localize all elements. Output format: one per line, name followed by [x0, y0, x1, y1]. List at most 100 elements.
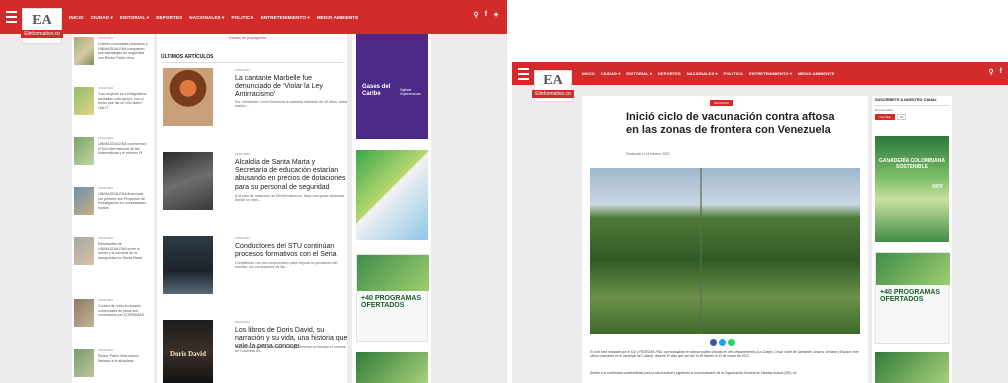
subscribe-title: SUSCRÍBETE A NUESTRO CANAL — [875, 98, 937, 102]
list-item[interactable]: 15/01/2022 UNIMAGDALENA conmemoró el Día… — [72, 134, 154, 182]
twitter-share-icon[interactable] — [719, 339, 726, 346]
nav-entretenimiento[interactable]: ENTRETENIMIENTO ▾ — [261, 15, 310, 21]
logo-mark: EA — [32, 13, 52, 28]
article-card[interactable]: Doris David 15/01/2022 Los libros de Dor… — [163, 320, 349, 383]
thumbnail — [74, 349, 94, 377]
nav-ciudad[interactable]: CIUDAD ▾ — [601, 71, 620, 76]
top-navbar: INICIO CIUDAD ▾ EDITORIAL ▾ DEPORTES NAC… — [0, 0, 507, 34]
list-item[interactable]: 15/01/2022 “Las mujeres en el Magdalena … — [72, 84, 154, 132]
item-title[interactable]: “Las mujeres en el Magdalena necesitan m… — [98, 92, 148, 110]
nav-politica[interactable]: POLITICA — [231, 15, 253, 21]
item-date: 15/01/2022 — [98, 86, 114, 90]
nav-nacionales[interactable]: NACIONALES ▾ — [189, 15, 224, 21]
item-title[interactable]: UNIMAGDALENA financiará por primera vez … — [98, 192, 148, 210]
nav-editorial[interactable]: EDITORIAL ▾ — [120, 15, 149, 21]
article-date: Publicado el 14 febrero 2022 — [626, 152, 670, 156]
hamburger-menu-icon[interactable] — [6, 11, 17, 23]
article-headline: Inició ciclo de vacunación contra aftosa… — [626, 111, 835, 136]
logo-tag: Elinformativo.co — [21, 30, 63, 38]
item-title[interactable]: Líderes comunales pescanos y UNIMAGDALEN… — [98, 42, 148, 60]
twitter-icon[interactable]: ✦ — [493, 11, 499, 19]
article-card[interactable]: 15/01/2022 La cantante Marbelle fue denu… — [163, 68, 349, 138]
article-excerpt: Cumpliendo con los compromisos para mejo… — [235, 261, 338, 270]
nav-deportes[interactable]: DEPORTES — [156, 15, 182, 21]
nav-politica[interactable]: POLITICA — [724, 71, 743, 76]
item-date: 15/01/2022 — [98, 186, 114, 190]
article-excerpt: Por: Yamile Gómez Un escritor o magdalen… — [235, 345, 346, 354]
item-title[interactable]: Estudiantes de UNIMAGDALENA viven el mie… — [98, 242, 148, 260]
article-image[interactable] — [163, 152, 213, 210]
hamburger-menu-icon[interactable] — [518, 67, 529, 80]
nav-entretenimiento[interactable]: ENTRETENIMIENTO ▾ — [749, 71, 792, 76]
whatsapp-share-icon[interactable] — [728, 339, 735, 346]
nav-icons: ⚲ f — [989, 68, 1002, 76]
nav-inicio[interactable]: INICIO — [582, 71, 595, 76]
list-item[interactable]: 15/01/2022 Líderes comunales pescanos y … — [72, 34, 154, 82]
category-badge[interactable]: NACIONAL — [710, 100, 734, 106]
list-item[interactable]: 15/01/2022 UNIMAGDALENA financiará por p… — [72, 184, 154, 232]
article-card[interactable]: 15/01/2022 Conductores del STU continúan… — [163, 236, 349, 306]
article-title[interactable]: Conductores del STU continúan procesos f… — [235, 243, 349, 259]
item-title[interactable]: Rector Pablo Vera estuvo llamado a la al… — [98, 354, 148, 363]
ad-banner-image — [876, 253, 950, 285]
article-title[interactable]: La cantante Marbelle fue denunciado de ‘… — [235, 75, 349, 100]
article-date: 15/01/2022 — [235, 236, 251, 240]
site-logo[interactable]: EA Elinformativo.co — [21, 8, 63, 44]
item-date: 15/01/2022 — [98, 298, 114, 302]
article-image[interactable]: Doris David — [163, 320, 213, 383]
article-main: NACIONAL Inició ciclo de vacunación cont… — [582, 96, 868, 383]
item-title[interactable]: Control de ruido en locales comerciales … — [98, 304, 148, 318]
thumbnail — [74, 87, 94, 115]
nav-medio-ambiente[interactable]: MEDIO AMBIENTE — [317, 15, 359, 21]
article-excerpt: A la sala de redacción de ElInformativo.… — [235, 194, 346, 203]
article-excerpt: Por: Alexander Lerch Denuncia la cantant… — [235, 100, 348, 109]
list-item[interactable]: 15/01/2022 Control de ruido en locales c… — [72, 296, 154, 344]
nav-medio-ambiente[interactable]: MEDIO AMBIENTE — [798, 71, 834, 76]
list-item[interactable]: 15/01/2022 Rector Pablo Vera estuvo llam… — [72, 346, 154, 383]
previous-text-fragment: Estadio de propaganda — [229, 36, 267, 40]
thumbnail — [74, 187, 94, 215]
nav-inicio[interactable]: INICIO — [69, 15, 84, 21]
article-image[interactable] — [163, 236, 213, 294]
item-date: 15/01/2022 — [98, 136, 114, 140]
ad-programas[interactable]: +40 PROGRAMAS OFERTADOS — [356, 254, 429, 342]
article-title[interactable]: Alcaldía de Santa Marta y Secretaría de … — [235, 159, 349, 192]
book-cover-title: Doris David — [170, 350, 206, 358]
search-icon[interactable]: ⚲ — [989, 68, 994, 76]
ad-programas-text: +40 PROGRAMAS OFERTADOS — [880, 289, 941, 303]
nav-ciudad[interactable]: CIUDAD ▾ — [91, 15, 113, 21]
article-date: 15/01/2022 — [235, 320, 251, 324]
article-image[interactable] — [163, 68, 213, 126]
logo-mark: EA — [543, 73, 563, 88]
nav-nacionales[interactable]: NACIONALES ▾ — [687, 71, 718, 76]
facebook-icon[interactable]: f — [1000, 68, 1002, 76]
right-screenshot: INICIO CIUDAD ▾ EDITORIAL ▾ DEPORTES NAC… — [512, 62, 1008, 383]
nav-editorial[interactable]: EDITORIAL ▾ — [626, 71, 652, 76]
divider — [875, 105, 949, 106]
site-logo[interactable]: EA Elinformativo.co — [532, 70, 574, 102]
channel-name: El Informativo — [875, 108, 894, 112]
nav-deportes[interactable]: DEPORTES — [658, 71, 681, 76]
share-buttons — [710, 339, 735, 346]
ad-programas[interactable]: +40 PROGRAMAS OFERTADOS — [875, 252, 950, 344]
article-card[interactable]: 15/01/2022 Alcaldía de Santa Marta y Sec… — [163, 152, 349, 222]
subscriber-count: 3K — [896, 114, 907, 120]
ad-gases-del-caribe[interactable]: Gases del Caribe Vigilado Superservicios — [356, 34, 428, 139]
ad-bottom-banner[interactable] — [356, 352, 428, 383]
youtube-button[interactable]: YouTube — [875, 114, 895, 120]
youtube-subscribe[interactable]: YouTube 3K — [875, 114, 907, 120]
ad-bottom-banner[interactable] — [875, 352, 949, 383]
image-caption: El ciclo será realizado por el ICA y FED… — [590, 350, 859, 358]
list-item[interactable]: 15/01/2022 Estudiantes de UNIMAGDALENA v… — [72, 234, 154, 292]
facebook-icon[interactable]: f — [485, 11, 487, 19]
ad-hoy-text: HOY — [932, 184, 943, 190]
facebook-share-icon[interactable] — [710, 339, 717, 346]
item-title[interactable]: UNIMAGDALENA conmemoró el Día Internacio… — [98, 142, 148, 156]
image-tree-trunk — [700, 168, 702, 334]
search-icon[interactable]: ⚲ — [474, 11, 479, 19]
ad-sostenible-text: GANADERÍA COLOMBIANA SOSTENIBLE — [879, 158, 945, 170]
article-hero-image — [590, 168, 860, 334]
ad-vaccination-campaign[interactable] — [356, 150, 428, 240]
ad-ganaderia-sostenible[interactable]: GANADERÍA COLOMBIANA SOSTENIBLE HOY — [875, 136, 949, 242]
article-body: Debido a la confirmada vulnerabilidad pa… — [590, 371, 797, 375]
